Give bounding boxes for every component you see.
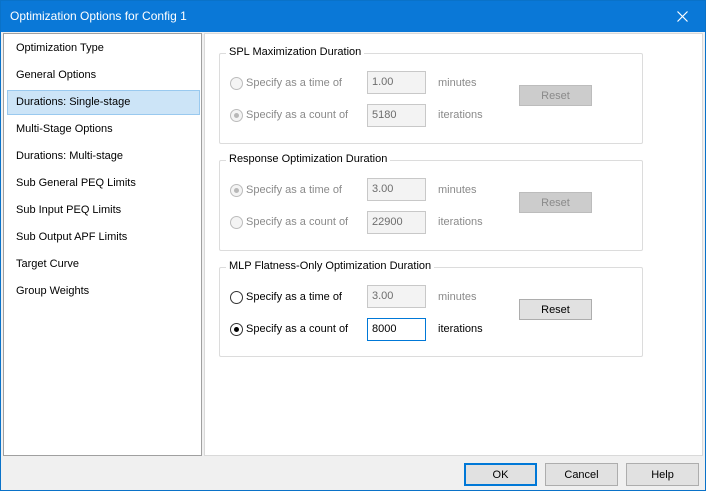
radio-label: Specify as a count of (246, 109, 349, 121)
group-title: Response Optimization Duration (226, 153, 391, 165)
title-bar: Optimization Options for Config 1 (1, 1, 705, 32)
settings-panel: SPL Maximization Duration Specify as a t… (204, 33, 703, 456)
response-reset-button[interactable]: Reset (519, 192, 592, 213)
radio-button[interactable] (230, 183, 243, 197)
nav-item-sub-general-peq-limits[interactable]: Sub General PEQ Limits (7, 171, 200, 196)
nav-item-group-weights[interactable]: Group Weights (7, 279, 200, 304)
group-title: MLP Flatness-Only Optimization Duration (226, 260, 435, 272)
radio-label: Specify as a time of (246, 77, 342, 89)
unit-label: minutes (438, 291, 477, 303)
unit-label: minutes (438, 77, 477, 89)
mlp-time-option[interactable]: Specify as a time of (230, 289, 342, 305)
unit-label: minutes (438, 184, 477, 196)
radio-label: Specify as a count of (246, 323, 349, 335)
mlp-flatness-group: MLP Flatness-Only Optimization Duration … (219, 260, 643, 357)
mlp-reset-button[interactable]: Reset (519, 299, 592, 320)
group-title: SPL Maximization Duration (226, 46, 365, 58)
nav-item-sub-output-apf-limits[interactable]: Sub Output APF Limits (7, 225, 200, 250)
nav-item-target-curve[interactable]: Target Curve (7, 252, 200, 277)
response-count-input[interactable]: 22900 (367, 211, 426, 234)
close-button[interactable] (659, 1, 705, 32)
mlp-time-input[interactable]: 3.00 (367, 285, 426, 308)
response-time-option[interactable]: Specify as a time of (230, 182, 342, 198)
spl-reset-button[interactable]: Reset (519, 85, 592, 106)
spl-time-option[interactable]: Specify as a time of (230, 75, 342, 91)
nav-item-multi-stage-options[interactable]: Multi-Stage Options (7, 117, 200, 142)
ok-button[interactable]: OK (464, 463, 537, 486)
spl-count-input[interactable]: 5180 (367, 104, 426, 127)
unit-label: iterations (438, 109, 483, 121)
mlp-count-option[interactable]: Specify as a count of (230, 321, 348, 337)
options-dialog: Optimization Options for Config 1 Optimi… (0, 0, 706, 491)
help-button[interactable]: Help (626, 463, 699, 486)
nav-item-sub-input-peq-limits[interactable]: Sub Input PEQ Limits (7, 198, 200, 223)
radio-button[interactable] (230, 108, 243, 122)
response-optimization-group: Response Optimization Duration Specify a… (219, 153, 643, 251)
window-title: Optimization Options for Config 1 (10, 9, 187, 23)
spl-count-option[interactable]: Specify as a count of (230, 107, 348, 123)
radio-label: Specify as a time of (246, 184, 342, 196)
response-time-input[interactable]: 3.00 (367, 178, 426, 201)
response-count-option[interactable]: Specify as a count of (230, 214, 348, 230)
close-icon (676, 11, 688, 22)
radio-button[interactable] (230, 76, 243, 90)
spl-maximization-group: SPL Maximization Duration Specify as a t… (219, 46, 643, 144)
radio-button[interactable] (230, 290, 243, 304)
mlp-count-input[interactable]: 8000 (367, 318, 426, 341)
unit-label: iterations (438, 323, 483, 335)
radio-button[interactable] (230, 322, 243, 336)
cancel-button[interactable]: Cancel (545, 463, 618, 486)
nav-item-general-options[interactable]: General Options (7, 63, 200, 88)
nav-item-optimization-type[interactable]: Optimization Type (7, 36, 200, 61)
options-category-list: Optimization Type General Options Durati… (3, 33, 202, 456)
nav-item-durations-multi-stage[interactable]: Durations: Multi-stage (7, 144, 200, 169)
unit-label: iterations (438, 216, 483, 228)
spl-time-input[interactable]: 1.00 (367, 71, 426, 94)
radio-label: Specify as a time of (246, 291, 342, 303)
nav-item-durations-single-stage[interactable]: Durations: Single-stage (7, 90, 200, 115)
radio-button[interactable] (230, 215, 243, 229)
radio-label: Specify as a count of (246, 216, 349, 228)
